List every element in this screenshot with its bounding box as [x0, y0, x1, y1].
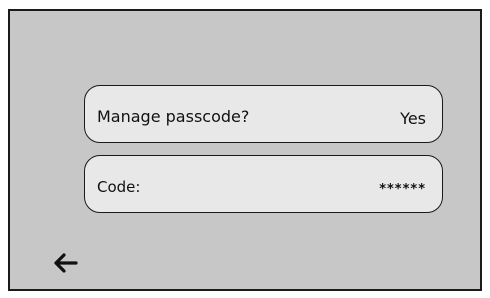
left-arrow-icon [54, 253, 78, 273]
manage-passcode-label: Manage passcode? [97, 107, 250, 126]
passcode-code-field[interactable]: Code: ****** [84, 155, 443, 213]
back-button[interactable] [48, 249, 82, 277]
passcode-settings-screen: Manage passcode? Yes Code: ****** [8, 9, 482, 291]
code-label: Code: [97, 178, 141, 196]
manage-passcode-toggle[interactable]: Manage passcode? Yes [84, 85, 443, 143]
code-masked-value: ****** [379, 182, 426, 197]
manage-passcode-value: Yes [400, 109, 426, 128]
